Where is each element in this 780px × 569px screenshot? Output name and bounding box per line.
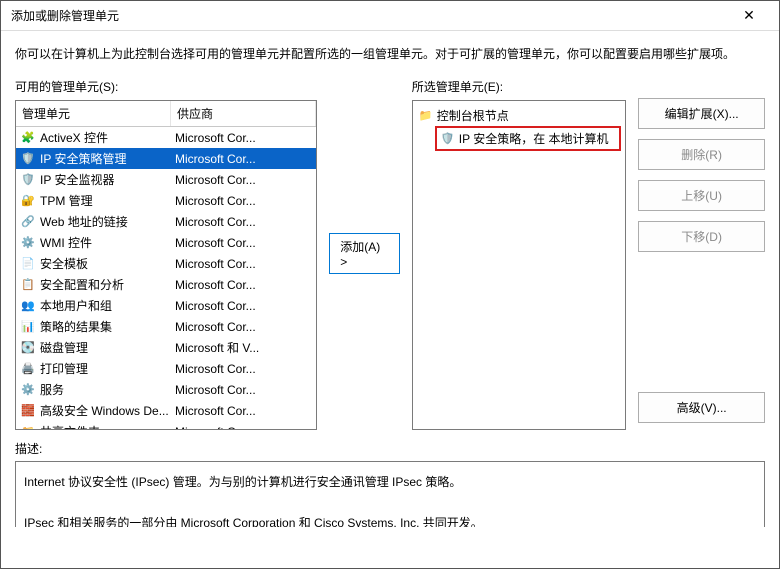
snapin-vendor: Microsoft Cor... — [175, 404, 312, 418]
snapin-vendor: Microsoft Cor... — [175, 320, 312, 334]
snapin-name: ActiveX 控件 — [40, 129, 175, 146]
snapin-icon: 🔐 — [20, 193, 36, 209]
snapin-icon: 🖨️ — [20, 361, 36, 377]
snapin-vendor: Microsoft Cor... — [175, 131, 312, 145]
list-item[interactable]: 🖨️打印管理Microsoft Cor... — [16, 358, 316, 379]
snapin-icon: 🛡️ — [20, 172, 36, 188]
tree-root-label: 控制台根节点 — [437, 107, 509, 124]
snapin-icon: 🧩 — [20, 130, 36, 146]
snapin-icon: 🔗 — [20, 214, 36, 230]
snapin-name: 共享文件夹 — [40, 423, 175, 429]
snapin-icon: 🛡️ — [20, 151, 36, 167]
content-area: 你可以在计算机上为此控制台选择可用的管理单元并配置所选的一组管理单元。对于可扩展… — [1, 31, 779, 568]
snapin-icon: 📋 — [20, 277, 36, 293]
snapin-vendor: Microsoft 和 V... — [175, 339, 312, 356]
snapin-name: TPM 管理 — [40, 192, 175, 209]
list-item[interactable]: 🛡️IP 安全策略管理Microsoft Cor... — [16, 148, 316, 169]
description-text: Internet 协议安全性 (IPsec) 管理。为与别的计算机进行安全通讯管… — [15, 461, 765, 527]
snapin-icon: 📁 — [20, 424, 36, 430]
snapin-icon: ⚙️ — [20, 382, 36, 398]
list-item[interactable]: 📊策略的结果集Microsoft Cor... — [16, 316, 316, 337]
list-item[interactable]: 🛡️IP 安全监视器Microsoft Cor... — [16, 169, 316, 190]
col-vendor-header[interactable]: 供应商 — [171, 101, 316, 126]
advanced-button[interactable]: 高级(V)... — [638, 392, 765, 423]
edit-extensions-button[interactable]: 编辑扩展(X)... — [638, 98, 765, 129]
list-item[interactable]: 📄安全模板Microsoft Cor... — [16, 253, 316, 274]
snapin-icon: ⚙️ — [20, 235, 36, 251]
shield-icon: 🛡️ — [441, 132, 455, 146]
list-header: 管理单元 供应商 — [16, 101, 316, 127]
close-icon[interactable]: ✕ — [729, 7, 769, 24]
add-button[interactable]: 添加(A) > — [329, 233, 400, 274]
dialog-window: 添加或删除管理单元 ✕ 你可以在计算机上为此控制台选择可用的管理单元并配置所选的… — [0, 0, 780, 569]
snapin-name: 安全模板 — [40, 255, 175, 272]
list-item[interactable]: 📋安全配置和分析Microsoft Cor... — [16, 274, 316, 295]
available-snapins-label: 可用的管理单元(S): — [15, 78, 317, 96]
snapin-vendor: Microsoft Cor... — [175, 362, 312, 376]
available-snapins-list[interactable]: 管理单元 供应商 🧩ActiveX 控件Microsoft Cor...🛡️IP… — [15, 100, 317, 430]
list-item[interactable]: 🔐TPM 管理Microsoft Cor... — [16, 190, 316, 211]
snapin-name: WMI 控件 — [40, 234, 175, 251]
list-item[interactable]: 🧱高级安全 Windows De...Microsoft Cor... — [16, 400, 316, 421]
snapin-vendor: Microsoft Cor... — [175, 215, 312, 229]
list-item[interactable]: ⚙️服务Microsoft Cor... — [16, 379, 316, 400]
titlebar: 添加或删除管理单元 ✕ — [1, 1, 779, 31]
move-down-button[interactable]: 下移(D) — [638, 221, 765, 252]
snapin-name: 磁盘管理 — [40, 339, 175, 356]
folder-icon: 📁 — [419, 109, 433, 123]
snapin-vendor: Microsoft Cor... — [175, 236, 312, 250]
snapin-icon: 👥 — [20, 298, 36, 314]
description-label: 描述: — [15, 440, 765, 457]
snapin-icon: 📄 — [20, 256, 36, 272]
tree-child-node[interactable]: 🛡️ IP 安全策略，在 本地计算机 — [435, 126, 621, 151]
snapin-name: IP 安全策略管理 — [40, 150, 175, 167]
list-item[interactable]: ⚙️WMI 控件Microsoft Cor... — [16, 232, 316, 253]
snapin-vendor: Microsoft Cor... — [175, 425, 312, 430]
list-item[interactable]: 💽磁盘管理Microsoft 和 V... — [16, 337, 316, 358]
snapin-vendor: Microsoft Cor... — [175, 383, 312, 397]
list-item[interactable]: 🔗Web 地址的链接Microsoft Cor... — [16, 211, 316, 232]
list-item[interactable]: 👥本地用户和组Microsoft Cor... — [16, 295, 316, 316]
snapin-vendor: Microsoft Cor... — [175, 278, 312, 292]
snapin-vendor: Microsoft Cor... — [175, 152, 312, 166]
snapin-icon: 💽 — [20, 340, 36, 356]
selected-snapins-tree[interactable]: 📁 控制台根节点 🛡️ IP 安全策略，在 本地计算机 — [412, 100, 626, 430]
list-item[interactable]: 📁 共享文件夹Microsoft Cor... — [16, 421, 316, 429]
selected-snapins-label: 所选管理单元(E): — [412, 78, 626, 96]
list-item[interactable]: 🧩ActiveX 控件Microsoft Cor... — [16, 127, 316, 148]
tree-child-label: IP 安全策略，在 本地计算机 — [459, 130, 609, 147]
snapin-name: 策略的结果集 — [40, 318, 175, 335]
intro-text: 你可以在计算机上为此控制台选择可用的管理单元并配置所选的一组管理单元。对于可扩展… — [15, 45, 765, 62]
snapin-name: 服务 — [40, 381, 175, 398]
snapin-vendor: Microsoft Cor... — [175, 299, 312, 313]
move-up-button[interactable]: 上移(U) — [638, 180, 765, 211]
snapin-vendor: Microsoft Cor... — [175, 194, 312, 208]
col-snapin-header[interactable]: 管理单元 — [16, 101, 171, 126]
snapin-name: Web 地址的链接 — [40, 213, 175, 230]
tree-root-node[interactable]: 📁 控制台根节点 — [417, 105, 621, 126]
snapin-vendor: Microsoft Cor... — [175, 257, 312, 271]
snapin-name: 打印管理 — [40, 360, 175, 377]
snapin-name: 安全配置和分析 — [40, 276, 175, 293]
snapin-name: 高级安全 Windows De... — [40, 402, 175, 419]
remove-button[interactable]: 删除(R) — [638, 139, 765, 170]
window-title: 添加或删除管理单元 — [11, 7, 119, 24]
snapin-name: IP 安全监视器 — [40, 171, 175, 188]
snapin-vendor: Microsoft Cor... — [175, 173, 312, 187]
snapin-icon: 🧱 — [20, 403, 36, 419]
snapin-icon: 📊 — [20, 319, 36, 335]
snapin-name: 本地用户和组 — [40, 297, 175, 314]
